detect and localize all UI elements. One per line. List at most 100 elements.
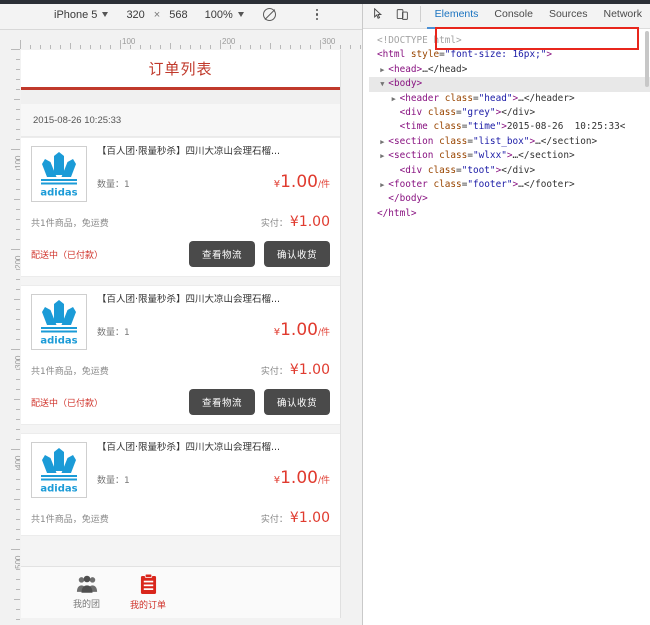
- devtools-tab-strip: Elements Console Sources Network: [427, 0, 650, 29]
- ruler-tick: [11, 549, 20, 550]
- ruler-label: 300: [13, 355, 21, 369]
- dom-node-text: <body>: [388, 78, 423, 90]
- devtools-tab-network[interactable]: Network: [595, 0, 650, 29]
- ruler-tick: [16, 329, 20, 330]
- devtools-window: iPhone 5 320 × 568 100% 100 200 300 100 200…: [0, 0, 650, 625]
- devtools-tab-elements[interactable]: Elements: [427, 0, 487, 29]
- devtools-tab-sources[interactable]: Sources: [541, 0, 596, 29]
- ruler-tick: [16, 479, 20, 480]
- dom-node-row[interactable]: </body>: [369, 192, 650, 206]
- dom-node-row[interactable]: ▶ <footer class="footer">…</footer>: [369, 178, 650, 192]
- ruler-tick: [310, 45, 311, 49]
- dom-node-row[interactable]: ▶ <section class="list_box">…</section>: [369, 135, 650, 149]
- dom-tree-scrollbar[interactable]: [645, 31, 649, 87]
- ruler-horizontal: 100 200 300: [20, 30, 362, 49]
- ruler-label: 400: [13, 455, 21, 469]
- dom-node-text: <html style="font-size: 16px;">: [377, 49, 553, 61]
- chevron-down-icon: [237, 12, 244, 17]
- tabbar-item-groups[interactable]: 我的团: [73, 575, 100, 610]
- ruler-tick: [14, 199, 20, 200]
- view-logistics-button[interactable]: 查看物流: [188, 241, 255, 267]
- product-unit-price: ¥1.00/件: [274, 468, 330, 488]
- order-card[interactable]: adidas 【百人团·限量秒杀】四川大凉山会理石榴... 数量：1 ¥1.00…: [21, 433, 340, 536]
- product-quantity: 数量：1: [97, 180, 130, 191]
- ruler-tick: [14, 299, 20, 300]
- devtools-tab-console[interactable]: Console: [486, 0, 541, 29]
- ruler-tick: [30, 45, 31, 49]
- paid-amount: 1.00: [298, 214, 330, 230]
- dom-node-row[interactable]: ▼ <body>: [369, 77, 650, 92]
- product-title[interactable]: 【百人团·限量秒杀】四川大凉山会理石榴...: [97, 442, 330, 454]
- dom-node-row[interactable]: <html style="font-size: 16px;">: [369, 48, 650, 62]
- ruler-tick: [16, 469, 20, 470]
- ruler-tick: [16, 609, 20, 610]
- dom-node-row[interactable]: ▶ <head>…</head>: [369, 63, 650, 77]
- chevron-right-icon[interactable]: ▶: [392, 92, 400, 106]
- chevron-down-icon: [102, 12, 109, 17]
- order-time: 2015-08-26 10:25:33: [21, 104, 340, 137]
- throttling-button[interactable]: [262, 8, 276, 21]
- dom-tree[interactable]: <!DOCTYPE html> <html style="font-size: …: [363, 29, 650, 221]
- ruler-tick: [16, 69, 20, 70]
- clipboard-list-icon: [140, 574, 156, 594]
- viewport-dimensions: 320 × 568: [126, 9, 187, 21]
- device-viewport[interactable]: 订单列表 2015-08-26 10:25:33 adidas 【百人团·限量秒…: [21, 50, 341, 618]
- ruler-tick: [250, 45, 251, 49]
- ruler-tick: [16, 339, 20, 340]
- paid-amount: 1.00: [298, 510, 330, 526]
- dom-node-row[interactable]: <!DOCTYPE html>: [369, 34, 650, 48]
- page-scroll-container[interactable]: 订单列表 2015-08-26 10:25:33 adidas 【百人团·限量秒…: [21, 50, 340, 618]
- order-card[interactable]: adidas 【百人团·限量秒杀】四川大凉山会理石榴... 数量：1 ¥1.00…: [21, 137, 340, 277]
- adidas-logo-icon: adidas: [40, 152, 78, 199]
- viewport-width-input[interactable]: 320: [126, 9, 144, 21]
- group-people-icon: [76, 575, 97, 593]
- ruler-tick: [16, 579, 20, 580]
- ruler-tick: [100, 45, 101, 49]
- ruler-tick: [180, 45, 181, 49]
- dimension-separator: ×: [153, 8, 161, 21]
- product-thumbnail[interactable]: adidas: [31, 146, 87, 202]
- product-title[interactable]: 【百人团·限量秒杀】四川大凉山会理石榴...: [97, 146, 330, 158]
- paid-currency: ¥: [289, 362, 299, 378]
- ruler-tick: [14, 599, 20, 600]
- dom-node-row[interactable]: ▶ <header class="head">…</header>: [369, 92, 650, 106]
- adidas-logo-icon: adidas: [40, 448, 78, 495]
- order-summary-left: 共1件商品，免运费: [31, 515, 109, 525]
- dom-node-row[interactable]: <time class="time">2015-08-26 10:25:33<: [369, 120, 650, 134]
- tabbar-label: 我的团: [73, 600, 101, 610]
- dom-node-row[interactable]: <div class="toot"></div>: [369, 164, 650, 178]
- device-selector[interactable]: iPhone 5: [54, 9, 109, 21]
- no-throttling-icon: [262, 8, 276, 21]
- dom-node-row[interactable]: <div class="grey"></div>: [369, 106, 650, 120]
- order-card[interactable]: adidas 【百人团·限量秒杀】四川大凉山会理石榴... 数量：1 ¥1.00…: [21, 285, 340, 425]
- ruler-tick: [300, 45, 301, 49]
- confirm-receipt-button[interactable]: 确认收货: [263, 389, 330, 415]
- device-emulation-pane: iPhone 5 320 × 568 100% 100 200 300 100 200…: [0, 0, 363, 625]
- device-toolbar-more-button[interactable]: [315, 8, 319, 21]
- confirm-receipt-button[interactable]: 确认收货: [263, 241, 330, 267]
- ruler-tick: [16, 569, 20, 570]
- product-thumbnail[interactable]: adidas: [31, 294, 87, 350]
- dom-node-row[interactable]: </html>: [369, 207, 650, 221]
- page-title: 订单列表: [148, 60, 213, 78]
- tabbar-item-orders[interactable]: 我的订单: [130, 574, 166, 611]
- ruler-tick: [20, 40, 21, 49]
- ruler-tick: [16, 139, 20, 140]
- dom-node-text: <time class="time">2015-08-26 10:25:33<: [399, 121, 626, 133]
- ruler-tick: [70, 43, 71, 49]
- inspect-cursor-icon[interactable]: [368, 3, 391, 25]
- device-toolbar-icon[interactable]: [391, 3, 414, 25]
- zoom-selector[interactable]: 100%: [205, 9, 244, 21]
- product-unit-price: ¥1.00/件: [274, 172, 330, 192]
- product-title[interactable]: 【百人团·限量秒杀】四川大凉山会理石榴...: [97, 294, 330, 306]
- dom-node-row[interactable]: ▶ <section class="wlxx">…</section>: [369, 149, 650, 163]
- view-logistics-button[interactable]: 查看物流: [188, 389, 255, 415]
- viewport-height-input[interactable]: 568: [169, 9, 187, 21]
- product-thumbnail[interactable]: adidas: [31, 442, 87, 498]
- ruler-tick: [90, 45, 91, 49]
- ruler-tick: [80, 45, 81, 49]
- grey-spacer: [21, 90, 340, 104]
